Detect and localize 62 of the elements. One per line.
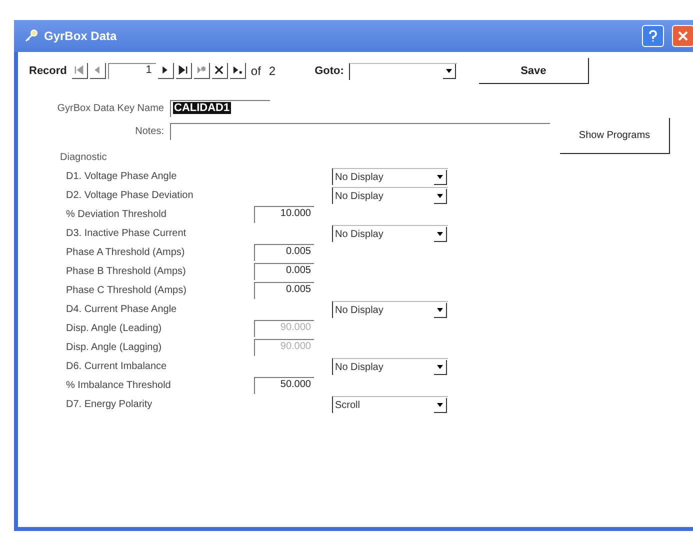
setting-label: Phase A Threshold (Amps) (66, 247, 186, 258)
goto-dropdown[interactable] (348, 62, 457, 80)
display-dropdown[interactable]: No Display (332, 358, 448, 375)
notes-label: Notes: (134, 126, 165, 136)
help-button[interactable] (642, 25, 664, 47)
key-icon (24, 29, 38, 43)
help-icon (648, 30, 658, 42)
setting-label: D7. Energy Polarity (66, 399, 154, 410)
number-field[interactable]: 0.005 (254, 244, 314, 261)
number-field[interactable]: 10.000 (254, 206, 314, 223)
dropdown-arrow-icon (437, 402, 443, 406)
filter-button[interactable] (230, 63, 246, 79)
setting-label: D1. Voltage Phase Angle (66, 171, 178, 182)
number-field[interactable]: 0.005 (254, 263, 314, 280)
dropdown-arrow-icon (437, 232, 443, 236)
setting-label: Phase B Threshold (Amps) (66, 266, 187, 277)
first-icon (72, 64, 85, 76)
dropdown-arrow-icon (437, 308, 443, 312)
previous-record-button[interactable] (90, 63, 106, 79)
dropdown-arrow-icon (446, 69, 452, 73)
section-heading: Diagnostic (60, 152, 108, 163)
display-dropdown[interactable]: No Display (332, 187, 448, 204)
display-dropdown[interactable]: Scroll (332, 396, 448, 413)
display-dropdown[interactable]: No Display (332, 225, 448, 242)
display-dropdown[interactable]: No Display (332, 301, 448, 318)
key-name-field[interactable]: CALIDAD1 (170, 100, 270, 116)
delete-record-button[interactable] (212, 63, 228, 79)
key-name-label: GyrBox Data Key Name (56, 102, 165, 114)
dropdown-arrow-icon (437, 194, 443, 198)
setting-label: Phase C Threshold (Amps) (66, 285, 188, 296)
of-label: of (250, 64, 261, 78)
key-name-value: CALIDAD1 (173, 102, 231, 114)
setting-label: D6. Current Imbalance (66, 361, 168, 372)
save-button[interactable]: Save (478, 58, 589, 84)
play-icon (230, 64, 243, 76)
number-field[interactable]: 0.005 (254, 282, 314, 299)
setting-label: D4. Current Phase Angle (66, 304, 178, 315)
close-icon (678, 31, 688, 41)
number-field[interactable]: 50.000 (254, 377, 314, 394)
record-count: 2 (268, 64, 276, 78)
setting-label: Disp. Angle (Leading) (66, 323, 163, 334)
goto-label: Goto: (314, 65, 344, 77)
dropdown-arrow-icon (437, 174, 443, 178)
last-icon (176, 64, 189, 76)
first-record-button[interactable] (72, 63, 88, 79)
window-title: GyrBox Data (44, 29, 117, 43)
display-dropdown[interactable]: No Display (332, 168, 448, 185)
setting-label: % Deviation Threshold (66, 209, 168, 220)
dropdown-arrow-icon (437, 364, 443, 368)
show-programs-button[interactable]: Show Programs (560, 118, 670, 154)
last-record-button[interactable] (176, 63, 192, 79)
record-label: Record (29, 65, 67, 77)
setting-label: D2. Voltage Phase Deviation (66, 190, 194, 201)
new-record-icon (194, 64, 207, 76)
notes-field[interactable] (170, 122, 550, 140)
close-button[interactable] (672, 25, 693, 47)
setting-label: % Imbalance Threshold (66, 380, 172, 391)
setting-label: Disp. Angle (Lagging) (66, 342, 163, 353)
setting-label: D3. Inactive Phase Current (66, 228, 188, 239)
record-number-field[interactable]: 1 (108, 63, 156, 79)
new-record-button[interactable] (194, 63, 210, 79)
cross-icon (212, 64, 225, 76)
